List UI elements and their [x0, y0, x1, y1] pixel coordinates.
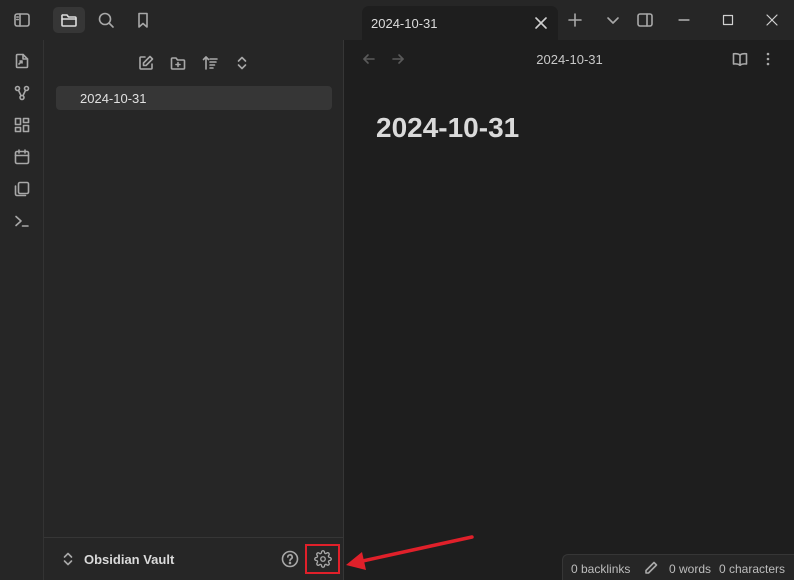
- more-options-icon[interactable]: [759, 50, 777, 68]
- status-bar: 0 backlinks 0 words 0 characters: [562, 554, 794, 580]
- search-icon: [96, 10, 116, 30]
- backlinks-count[interactable]: 0 backlinks: [571, 562, 630, 576]
- search-tab-button[interactable]: [90, 7, 122, 33]
- tab-list-button[interactable]: [597, 7, 629, 33]
- folder-icon: [59, 10, 79, 30]
- maximize-button[interactable]: [706, 6, 750, 34]
- book-open-icon[interactable]: [731, 50, 749, 68]
- annotation-arrow: [346, 535, 474, 570]
- templates-button[interactable]: [10, 177, 34, 201]
- plus-icon: [566, 11, 584, 29]
- command-palette-icon: [13, 212, 31, 230]
- editor-pane: 2024-10-31 2024-10-31: [345, 40, 794, 580]
- file-explorer: 2024-10-31 Obsidian Vault: [44, 40, 344, 580]
- collapse-icon: [233, 54, 251, 72]
- close-icon[interactable]: [534, 16, 548, 30]
- view-header: 2024-10-31: [345, 40, 794, 76]
- word-count: 0 words: [669, 562, 712, 576]
- bookmark-icon: [133, 10, 153, 30]
- tab-title: 2024-10-31: [371, 16, 438, 31]
- toggle-left-sidebar-button[interactable]: [6, 7, 38, 33]
- maximize-icon: [721, 13, 735, 27]
- toggle-right-sidebar-button[interactable]: [629, 7, 661, 33]
- canvas-icon: [13, 116, 31, 134]
- new-folder-button[interactable]: [165, 50, 191, 76]
- file-item[interactable]: 2024-10-31: [56, 86, 332, 110]
- open-quick-switcher-icon: [13, 52, 31, 70]
- new-note-icon: [137, 54, 155, 72]
- quick-switcher-button[interactable]: [10, 49, 34, 73]
- gear-icon: [313, 550, 332, 568]
- minimize-icon: [677, 13, 691, 27]
- close-icon: [765, 13, 779, 27]
- pencil-icon[interactable]: [643, 560, 659, 576]
- sort-icon: [201, 54, 219, 72]
- vault-switcher-icon[interactable]: [60, 551, 76, 567]
- canvas-button[interactable]: [10, 113, 34, 137]
- tab-note[interactable]: 2024-10-31: [362, 6, 558, 40]
- character-count: 0 characters: [719, 562, 786, 576]
- vault-bar: Obsidian Vault: [44, 537, 344, 580]
- daily-notes-button[interactable]: [10, 145, 34, 169]
- command-palette-button[interactable]: [10, 209, 34, 233]
- sort-button[interactable]: [197, 50, 223, 76]
- chevron-down-icon: [604, 11, 622, 29]
- vault-name[interactable]: Obsidian Vault: [84, 552, 174, 567]
- sidebar-toggle-icon: [12, 10, 32, 30]
- minimize-button[interactable]: [662, 6, 706, 34]
- file-item-label: 2024-10-31: [80, 91, 147, 106]
- bookmarks-tab-button[interactable]: [127, 7, 159, 33]
- graph-view-icon: [13, 84, 31, 102]
- settings-button[interactable]: [305, 544, 340, 574]
- new-note-button[interactable]: [133, 50, 159, 76]
- view-header-title[interactable]: 2024-10-31: [345, 52, 794, 67]
- new-tab-button[interactable]: [559, 7, 591, 33]
- right-sidebar-icon: [635, 10, 655, 30]
- close-window-button[interactable]: [750, 6, 794, 34]
- note-title[interactable]: 2024-10-31: [376, 112, 519, 144]
- graph-view-button[interactable]: [10, 81, 34, 105]
- title-bar: 2024-10-31: [0, 0, 794, 40]
- files-tab-button[interactable]: [53, 7, 85, 33]
- calendar-icon: [13, 148, 31, 166]
- help-icon[interactable]: [280, 549, 300, 569]
- templates-icon: [13, 180, 31, 198]
- ribbon: [0, 40, 44, 580]
- collapse-all-button[interactable]: [229, 50, 255, 76]
- new-folder-icon: [169, 54, 187, 72]
